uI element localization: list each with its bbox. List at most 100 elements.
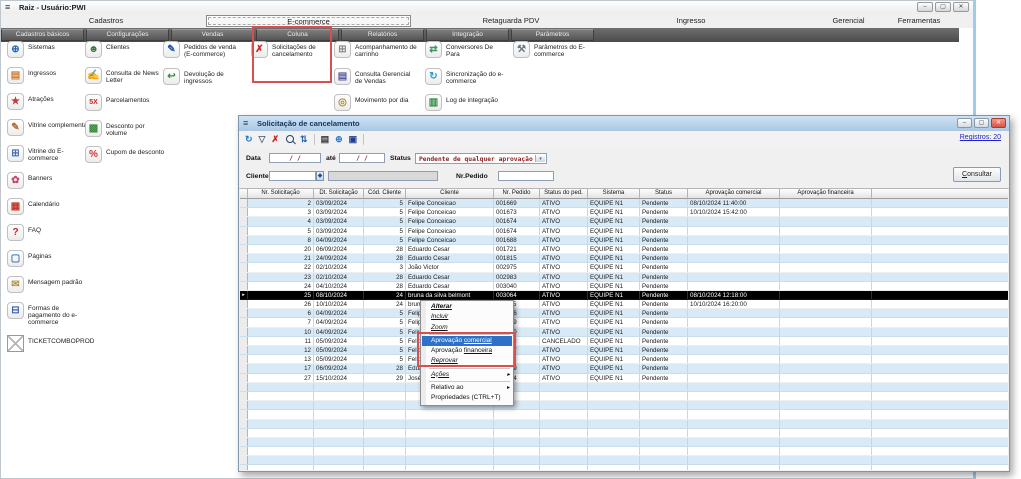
column-header-nr-pedido[interactable]: Nr. Pedido — [494, 189, 540, 199]
tab-cadastros[interactable]: Cadastros — [41, 15, 171, 27]
cliente-code-input[interactable] — [269, 171, 316, 181]
menu-item-acoes[interactable]: Ações▸ — [422, 370, 512, 380]
refresh-icon[interactable]: ↻ — [245, 134, 253, 145]
column-header-status[interactable]: Status — [640, 189, 688, 199]
ribbon-group-relatorios[interactable]: Relatórios — [341, 29, 424, 41]
table-row[interactable]: 2302/10/202428Eduardo Cesar002983ATIVOEQ… — [240, 273, 1008, 282]
table-row[interactable]: 1205/09/20245Felipe Conceicao001707ATIVO… — [240, 346, 1008, 355]
nrpedido-input[interactable] — [498, 171, 554, 181]
ribbon-group-parametros[interactable]: Parâmetros — [511, 29, 594, 41]
maximize-button[interactable]: ▢ — [935, 2, 951, 12]
window-menu-icon[interactable]: ≡ — [243, 118, 248, 129]
table-row[interactable]: 2610/10/202424bruna da silva belmont0031… — [240, 300, 1008, 309]
launcher-item-parcelamentos[interactable]: 5XParcelamentos — [85, 94, 165, 111]
launcher-item-ticketcomboprod[interactable]: TICKETCOMBOPROD — [7, 335, 93, 352]
delete-icon[interactable]: ✗ — [271, 134, 279, 145]
table-row[interactable]: 303/09/20245Felipe Conceicao001673ATIVOE… — [240, 208, 1008, 217]
close-button[interactable]: ✕ — [953, 2, 969, 12]
status-select[interactable]: Pendente de qualquer aprovação ▾ — [415, 153, 547, 164]
column-header-nr-solicitacao[interactable]: Nr. Solicitação — [248, 189, 314, 199]
ribbon-group-integracao[interactable]: Integração — [426, 29, 509, 41]
table-row[interactable]: 403/09/20245Felipe Conceicao001674ATIVOE… — [240, 217, 1008, 226]
table-row[interactable]: 604/09/20245Felipe Conceicao001686ATIVOE… — [240, 309, 1008, 318]
menu-item-aprovacao-financeira[interactable]: Aprovação financeira — [422, 346, 512, 356]
launcher-item-banners[interactable]: ✿Banners — [7, 172, 93, 189]
menu-item-aprovacao-comercial[interactable]: Aprovação comercial — [422, 336, 512, 346]
launcher-item-vitrine-complementar[interactable]: ✎Vitrine complementar — [7, 119, 93, 136]
launcher-item-atracoes[interactable]: ★Atrações — [7, 93, 93, 110]
launcher-item-pedidos-de-venda-e-commerce[interactable]: ✎Pedidos de venda (E-commerce) — [163, 41, 253, 59]
launcher-item-devolucao-de-ingressos[interactable]: ↩Devolução de ingressos — [163, 68, 253, 86]
column-header-aprovacao-financeira[interactable]: Aprovação financeira — [780, 189, 872, 199]
ribbon-group-configuracoes[interactable]: Configurações — [86, 29, 169, 41]
launcher-item-consulta-gerencial-de-vendas[interactable]: ▤Consulta Gerencial de Vendas — [334, 68, 426, 86]
launcher-item-calendario[interactable]: ▦Calendário — [7, 198, 93, 215]
filter-icon[interactable]: ▽ — [259, 134, 266, 145]
launcher-item-conversores-de-para[interactable]: ⇄Conversores De Para — [425, 41, 513, 59]
launcher-item-vitrine-do-e-commerce[interactable]: ⊞Vitrine do E-commerce — [7, 145, 93, 163]
column-header-status-do-ped[interactable]: Status do ped. — [540, 189, 588, 199]
table-row[interactable]: 203/09/20245Felipe Conceicao001669ATIVOE… — [240, 199, 1008, 208]
launcher-item-cupom-de-desconto[interactable]: %Cupom de desconto — [85, 146, 165, 163]
table-row[interactable]: 2202/10/20243João Victor002975ATIVOEQUIP… — [240, 263, 1008, 272]
menu-item-propriedades-ctrl-t[interactable]: Propriedades (CTRL+T) — [422, 393, 512, 403]
launcher-item-sincronizacao-do-e-commerce[interactable]: ↻Sincronização do e-commerce — [425, 68, 513, 86]
launcher-item-formas-de-pagamento-do-e-commerce[interactable]: ⊟Formas de pagamento do e-commerce — [7, 302, 93, 327]
table-row[interactable]: 2124/09/202428Eduardo Cesar001815ATIVOEQ… — [240, 254, 1008, 263]
table-row[interactable]: 2404/10/202428Eduardo Cesar003040ATIVOEQ… — [240, 282, 1008, 291]
launcher-item-log-de-integracao[interactable]: ▥Log de integração — [425, 94, 513, 111]
table-row[interactable]: ▸2508/10/202424bruna da silva belmont003… — [240, 291, 1008, 300]
launcher-item-clientes[interactable]: ☻Clientes — [85, 41, 165, 58]
menu-item-reprovar[interactable]: Reprovar — [422, 356, 512, 366]
chevron-down-icon[interactable]: ▾ — [535, 155, 545, 162]
table-row[interactable]: 2715/10/202429José P003154ATIVOEQUIPE N1… — [240, 374, 1008, 383]
ribbon-group-vendas[interactable]: Vendas — [171, 29, 254, 41]
table-row[interactable]: 1004/09/20245Felipe Conceicao001690ATIVO… — [240, 328, 1008, 337]
launcher-item-desconto-por-volume[interactable]: ▩Desconto por volume — [85, 120, 165, 138]
launcher-item-solicitacoes-de-cancelamento[interactable]: ✗Solicitações de cancelamento — [251, 41, 339, 59]
table-row[interactable]: 804/09/20245Felipe Conceicao001688ATIVOE… — [240, 236, 1008, 245]
menu-item-incluir[interactable]: Incluir — [422, 312, 512, 322]
launcher-item-sistemas[interactable]: ⊕Sistemas — [7, 41, 93, 58]
table-row[interactable]: 1105/09/20245Felipe Conceicao001712CANCE… — [240, 337, 1008, 346]
table-row[interactable]: 1706/09/202428Eduardo Cesar001449ATIVOEQ… — [240, 364, 1008, 373]
minimize-button[interactable]: – — [917, 2, 933, 12]
tab-e-commerce[interactable]: E-commerce — [206, 15, 411, 27]
column-header-sistema[interactable]: Sistema — [588, 189, 640, 199]
menu-item-alterar[interactable]: Alterar — [422, 302, 512, 312]
launcher-item-movimento-por-dia[interactable]: ◎Movimento por dia — [334, 94, 426, 111]
tab-retaguarda-pdv[interactable]: Retaguarda PDV — [431, 15, 591, 27]
launcher-item-consulta-de-news-letter[interactable]: ✍Consulta de News Letter — [85, 67, 165, 85]
launcher-item-mensagem-padrao[interactable]: ✉Mensagem padrão — [7, 276, 93, 293]
launcher-item-parametros-do-e-commerce[interactable]: ⚒Parâmetros do E-commerce — [513, 41, 601, 59]
registros-link[interactable]: Registros: 20 — [960, 134, 1001, 141]
column-header-cod-cliente[interactable]: Cód. Cliente — [364, 189, 406, 199]
launcher-item-faq[interactable]: ?FAQ — [7, 224, 93, 241]
column-header-aprovacao-comercial[interactable]: Aprovação comercial — [688, 189, 780, 199]
close-button[interactable]: ✕ — [991, 118, 1006, 128]
table-row[interactable]: 704/09/20245Felipe Conceicao001679ATIVOE… — [240, 318, 1008, 327]
menu-item-relativo-ao[interactable]: Relativo ao▸ — [422, 383, 512, 393]
ribbon-group-coluna[interactable]: Coluna — [256, 29, 339, 41]
cliente-lookup-button[interactable]: ◆ — [316, 171, 324, 181]
consultar-button[interactable]: Consultar — [953, 167, 1001, 182]
table-row[interactable]: 503/09/20245Felipe Conceicao001674ATIVOE… — [240, 227, 1008, 236]
save-icon[interactable]: ▣ — [349, 134, 358, 145]
ribbon-group-cadastros-basicos[interactable]: Cadastros básicos — [1, 29, 84, 41]
web-icon[interactable]: ⊕ — [335, 134, 343, 145]
date-from-input[interactable]: / / — [269, 153, 321, 163]
column-header-dt-solicitacao[interactable]: Dt. Solicitação — [314, 189, 364, 199]
minimize-button[interactable]: – — [957, 118, 972, 128]
launcher-item-paginas[interactable]: ▢Páginas — [7, 250, 93, 267]
search-icon[interactable] — [286, 135, 294, 143]
launcher-item-ingressos[interactable]: ▤Ingressos — [7, 67, 93, 84]
table-row[interactable]: 2006/09/202428Eduardo Cesar001721ATIVOEQ… — [240, 245, 1008, 254]
tab-ingresso[interactable]: Ingresso — [611, 15, 771, 27]
table-row[interactable]: 1305/09/20245Felipe Conceicao001711ATIVO… — [240, 355, 1008, 364]
column-header-cliente[interactable]: Cliente — [406, 189, 494, 199]
child-window-titlebar[interactable]: ≡ Solicitação de cancelamento – ▢ ✕ — [239, 116, 1009, 132]
app-menu-icon[interactable]: ≡ — [5, 2, 10, 13]
launcher-item-acompanhamento-de-carrinho[interactable]: ⊞Acompanhamento de carrinho — [334, 41, 426, 59]
date-to-input[interactable]: / / — [339, 153, 385, 163]
tab-ferramentas[interactable]: Ferramentas — [864, 15, 974, 27]
